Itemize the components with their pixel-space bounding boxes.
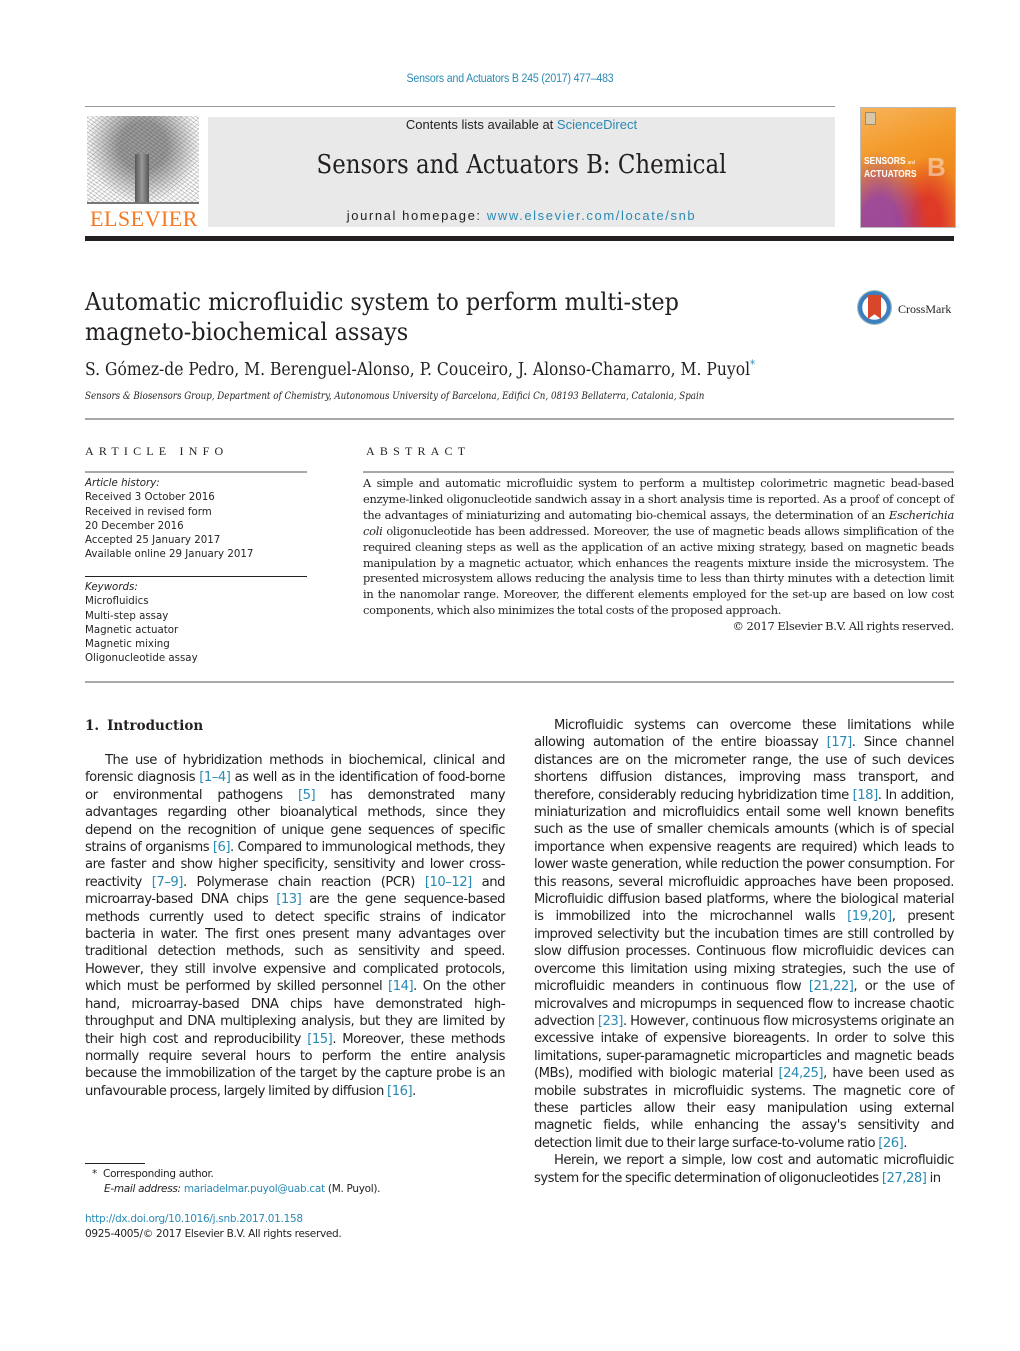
citation-link[interactable]: [16] xyxy=(387,1084,413,1099)
abstract-rule xyxy=(363,471,954,473)
abstract-copyright: © 2017 Elsevier B.V. All rights reserved… xyxy=(732,619,955,634)
citation-link[interactable]: [26] xyxy=(878,1136,904,1151)
journal-cover-thumbnail[interactable]: SENSORS and ACTUATORS B xyxy=(860,107,956,228)
citation-link[interactable]: [23] xyxy=(598,1014,624,1029)
citation-link[interactable]: [15] xyxy=(307,1032,333,1047)
footnote-rule xyxy=(85,1163,145,1164)
citation-link[interactable]: [7–9] xyxy=(152,875,184,890)
corresponding-label: Corresponding author. xyxy=(103,1168,214,1180)
abstract-bottom-rule xyxy=(85,681,954,683)
right-column: Microfluidic systems can overcome these … xyxy=(534,717,955,1187)
email-note: E-mail address: mariadelmar.puyol@uab.ca… xyxy=(92,1182,381,1197)
citation-link[interactable]: [27,28] xyxy=(882,1171,927,1186)
cover-line2: ACTUATORS xyxy=(864,169,917,180)
title-line-1: Automatic microfluidic system to perform… xyxy=(85,288,679,316)
intro-paragraph-2: Microfluidic systems can overcome these … xyxy=(534,718,955,1151)
doi-block: http://dx.doi.org/10.1016/j.snb.2017.01.… xyxy=(85,1212,342,1241)
cover-and: and xyxy=(907,160,916,166)
header-thick-rule xyxy=(85,236,954,241)
journal-citation[interactable]: Sensors and Actuators B 245 (2017) 477–4… xyxy=(41,73,979,85)
history-item: Received 3 October 2016 xyxy=(85,490,215,504)
doi-link[interactable]: http://dx.doi.org/10.1016/j.snb.2017.01.… xyxy=(85,1213,303,1225)
corresponding-note: * Corresponding author. xyxy=(92,1167,380,1182)
history-item: Received in revised form xyxy=(85,504,212,518)
keyword: Microfluidics xyxy=(85,594,149,608)
history-item: Available online 29 January 2017 xyxy=(85,547,254,561)
publisher-name: ELSEVIER xyxy=(90,206,198,231)
article-history: Article history: Received 3 October 2016… xyxy=(85,476,291,562)
citation-link[interactable]: [17] xyxy=(827,735,853,750)
abstract-body: A simple and automatic microfluidic syst… xyxy=(363,476,954,635)
journal-banner: Contents lists available at ScienceDirec… xyxy=(208,117,835,227)
abstract-text-part: oligonucleotide has been addressed. More… xyxy=(363,523,954,618)
journal-homepage: journal homepage: www.elsevier.com/locat… xyxy=(208,208,835,223)
article-info-rule xyxy=(85,471,307,473)
homepage-prefix: journal homepage: xyxy=(346,208,487,223)
history-item: 20 December 2016 xyxy=(85,518,184,532)
citation-link[interactable]: [19,20] xyxy=(847,909,892,924)
keyword: Magnetic mixing xyxy=(85,637,170,651)
citation-link[interactable]: [5] xyxy=(298,788,316,803)
journal-name: Sensors and Actuators B: Chemical xyxy=(316,150,727,180)
abstract-heading: ABSTRACT xyxy=(366,444,471,458)
intro-paragraph-3: Herein, we report a simple, low cost and… xyxy=(534,1153,955,1186)
crossmark-button[interactable]: CrossMark xyxy=(858,291,958,331)
footnote: * Corresponding author. E-mail address: … xyxy=(92,1167,381,1197)
title-line-2: magneto-biochemical assays xyxy=(85,318,409,346)
keyword: Multi-step assay xyxy=(85,608,169,622)
keywords-label: Keywords: xyxy=(85,580,138,593)
contents-prefix: Contents lists available at xyxy=(405,117,557,132)
keywords: Keywords: Microfluidics Multi-step assay… xyxy=(85,580,291,666)
citation-link[interactable]: [18] xyxy=(853,788,879,803)
contents-line: Contents lists available at ScienceDirec… xyxy=(208,117,835,132)
article-title: Automatic microfluidic system to perform… xyxy=(85,287,755,347)
abstract-text: A simple and automatic microfluidic syst… xyxy=(363,476,954,619)
homepage-link[interactable]: www.elsevier.com/locate/snb xyxy=(487,208,696,223)
article-info-heading: ARTICLE INFO xyxy=(85,444,229,458)
left-column: The use of hybridization methods in bioc… xyxy=(85,752,506,1100)
history-item: Accepted 25 January 2017 xyxy=(85,533,221,547)
journal-citation-link[interactable]: Sensors and Actuators B 245 (2017) 477–4… xyxy=(407,73,614,85)
citation-link[interactable]: [13] xyxy=(276,892,302,907)
cover-letter: B xyxy=(927,152,946,182)
affiliation: Sensors & Biosensors Group, Department o… xyxy=(85,390,705,402)
citation-link[interactable]: [21,22] xyxy=(809,979,854,994)
keyword: Magnetic actuator xyxy=(85,622,179,636)
email-suffix: (M. Puyol). xyxy=(324,1182,381,1195)
section-heading: 1. Introduction xyxy=(85,718,211,734)
authors: S. Gómez-de Pedro, M. Berenguel-Alonso, … xyxy=(85,359,751,380)
corresponding-author-link[interactable]: * xyxy=(750,358,755,371)
intro-paragraph-1: The use of hybridization methods in bioc… xyxy=(85,753,506,1099)
email-link[interactable]: mariadelmar.puyol@uab.cat xyxy=(184,1183,325,1195)
citation-link[interactable]: [10–12] xyxy=(425,875,472,890)
elsevier-logo[interactable]: ELSEVIER xyxy=(85,116,203,231)
abstract-text-part: A simple and automatic microfluidic syst… xyxy=(363,476,954,522)
tree-icon xyxy=(87,116,199,204)
section-title: Introduction xyxy=(107,718,204,734)
crossmark-label: CrossMark xyxy=(898,302,952,316)
issn-copyright: 0925-4005/© 2017 Elsevier B.V. All right… xyxy=(85,1227,342,1240)
history-label: Article history: xyxy=(85,476,160,489)
cover-title: SENSORS and ACTUATORS xyxy=(864,156,917,180)
citation-link[interactable]: [24,25] xyxy=(779,1066,824,1081)
citation-link[interactable]: [6] xyxy=(213,840,231,855)
footnote-star: * xyxy=(92,1168,97,1180)
affiliation-rule xyxy=(85,418,954,420)
cover-line1: SENSORS xyxy=(864,156,906,167)
keywords-rule xyxy=(85,576,307,577)
cover-publisher-icon xyxy=(865,112,876,125)
citation-link[interactable]: [14] xyxy=(388,979,414,994)
email-label: E-mail address: xyxy=(104,1182,181,1195)
header-rule xyxy=(85,106,835,107)
keyword: Oligonucleotide assay xyxy=(85,651,198,665)
tree-trunk xyxy=(135,154,149,202)
author-list: S. Gómez-de Pedro, M. Berenguel-Alonso, … xyxy=(85,358,755,380)
sciencedirect-link[interactable]: ScienceDirect xyxy=(557,117,637,132)
citation-link[interactable]: [1–4] xyxy=(199,770,231,785)
section-number: 1. xyxy=(85,718,100,734)
